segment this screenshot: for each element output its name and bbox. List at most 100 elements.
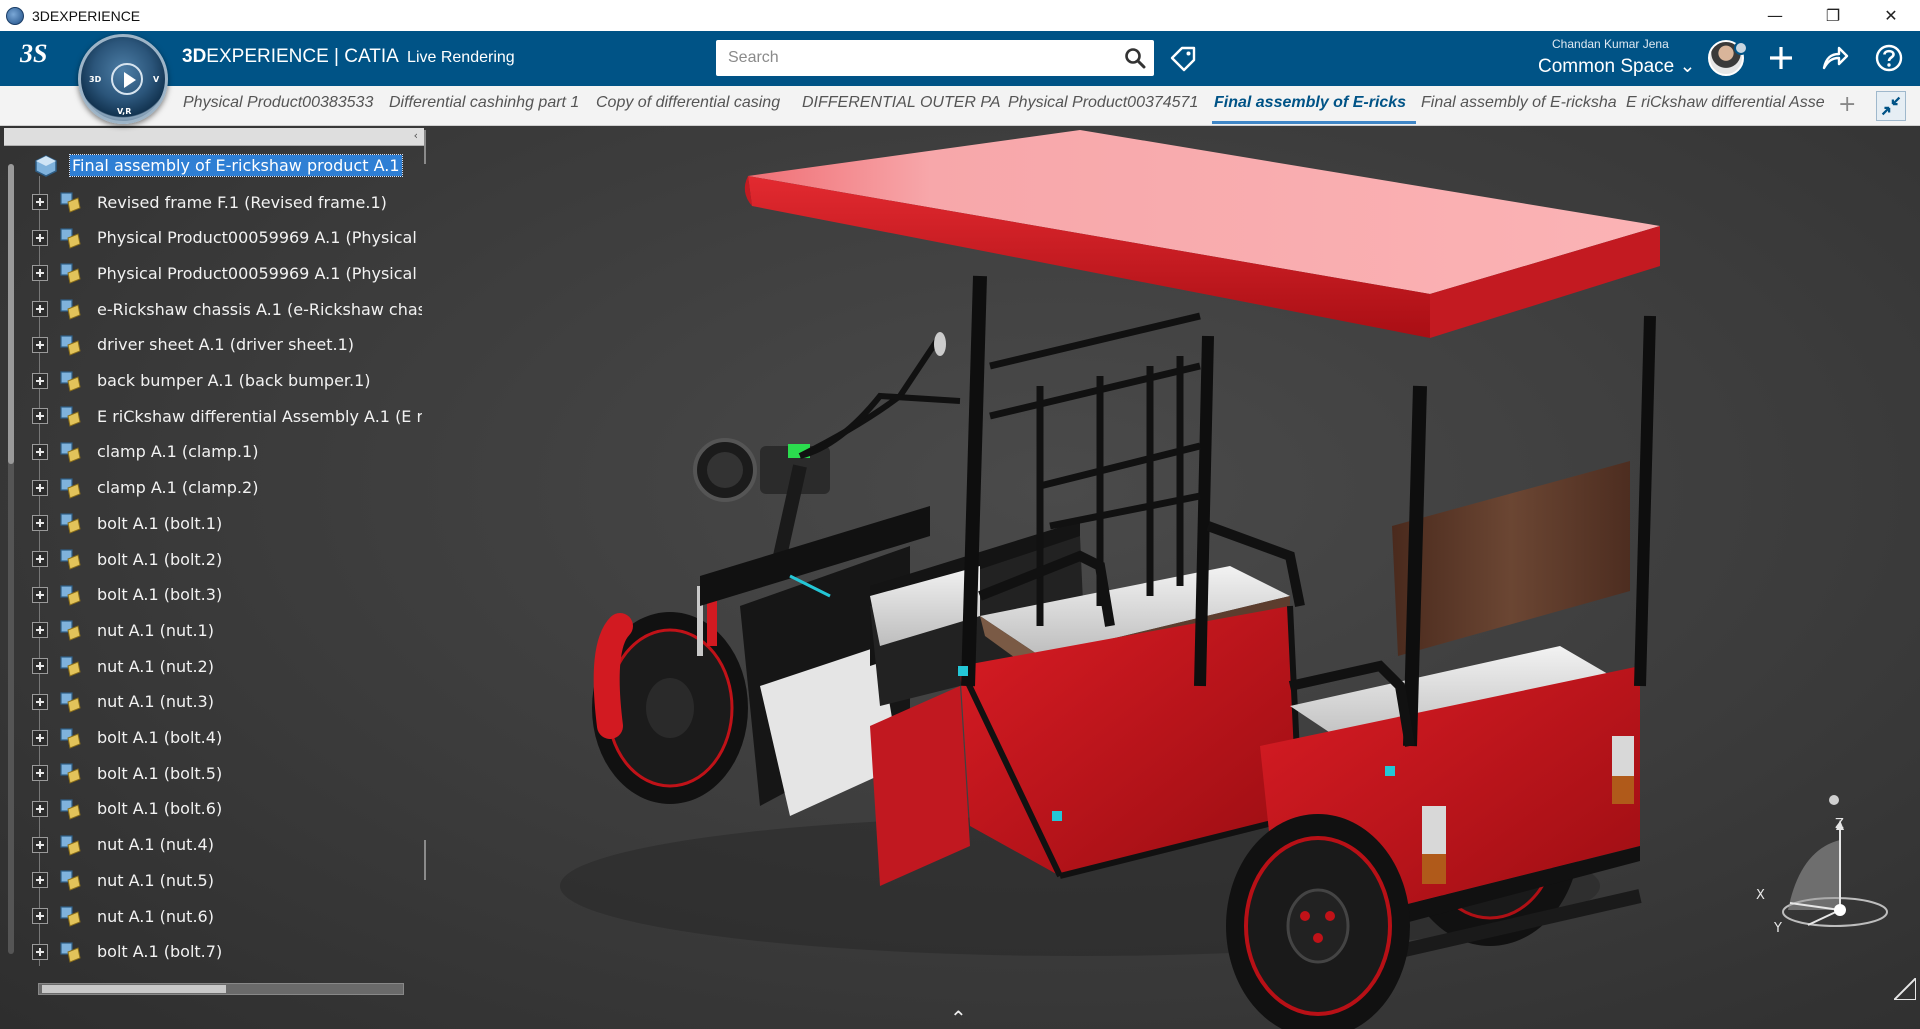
axis-x-label: X — [1756, 888, 1765, 903]
brand-main: EXPERIENCE | CATIA — [206, 46, 398, 67]
search-icon[interactable] — [1124, 47, 1146, 69]
tree-root-label[interactable]: Final assembly of E-rickshaw product A.1 — [69, 154, 403, 177]
expand-icon[interactable] — [32, 836, 48, 853]
tree-resize-handle-bottom[interactable] — [424, 840, 426, 880]
collapse-icon[interactable] — [1876, 91, 1906, 121]
add-tab-button[interactable]: + — [1838, 92, 1856, 117]
expand-icon[interactable] — [32, 372, 48, 389]
add-icon[interactable] — [1766, 43, 1796, 73]
expand-icon[interactable] — [32, 265, 48, 282]
product-icon — [60, 656, 81, 677]
expand-icon[interactable] — [32, 336, 48, 353]
tree-item-label: nut A.1 (nut.2) — [97, 656, 214, 676]
tab-physical-product-00374571[interactable]: Physical Product00374571 — [1008, 94, 1200, 112]
tab-final-assembly-active[interactable]: Final assembly of E-ricks — [1214, 94, 1410, 112]
tree-item-label: bolt A.1 (bolt.1) — [97, 513, 223, 533]
help-icon[interactable] — [1874, 43, 1904, 73]
tab-differential-casing-part[interactable]: Differential cashinhg part 1 — [389, 94, 585, 112]
product-icon — [60, 549, 81, 570]
product-icon — [60, 335, 81, 356]
window-title: 3DEXPERIENCE — [32, 7, 141, 24]
tree-item-label: nut A.1 (nut.6) — [97, 906, 214, 926]
expand-icon[interactable] — [32, 943, 48, 960]
expand-icon[interactable] — [32, 658, 48, 675]
product-icon — [60, 585, 81, 606]
expand-icon[interactable] — [32, 765, 48, 782]
chevron-left-icon[interactable]: ‹ — [414, 129, 418, 142]
expand-icon[interactable] — [32, 515, 48, 532]
window-controls: — ❐ ✕ — [1746, 0, 1920, 31]
tree-item-label: Physical Product00059969 A.1 (Physical P… — [97, 228, 422, 248]
share-icon[interactable] — [1820, 43, 1850, 73]
compass-widget[interactable]: 3D V V,R — [78, 34, 168, 124]
expand-icon[interactable] — [32, 908, 48, 924]
product-icon — [60, 406, 81, 427]
resize-corner-icon[interactable] — [1894, 978, 1916, 1000]
expand-icon[interactable] — [32, 729, 48, 746]
tree-item-label: nut A.1 (nut.4) — [97, 835, 214, 855]
tree-horizontal-scrollbar-thumb[interactable] — [42, 985, 226, 993]
space-selector[interactable]: Common Space ⌄ — [1538, 55, 1695, 78]
tab-bar: Physical Product00383533 Differential ca… — [0, 86, 1920, 126]
expand-icon[interactable] — [32, 229, 48, 246]
restore-button[interactable]: ❐ — [1804, 0, 1862, 31]
expand-icon[interactable] — [32, 408, 48, 425]
tree-item-label: driver sheet A.1 (driver sheet.1) — [97, 335, 355, 355]
expand-icon[interactable] — [32, 872, 48, 889]
tab-copy-of-differential-casing[interactable]: Copy of differential casing — [596, 94, 786, 112]
tab-differential-outer-part[interactable]: DIFFERENTIAL OUTER PAR — [802, 94, 1000, 112]
status-badge — [1734, 41, 1748, 55]
play-icon[interactable] — [111, 63, 143, 95]
tree-item-label: clamp A.1 (clamp.2) — [97, 478, 259, 498]
product-icon — [35, 155, 57, 177]
close-button[interactable]: ✕ — [1862, 0, 1920, 31]
product-icon — [60, 192, 81, 213]
search-box — [716, 40, 1154, 76]
expand-icon[interactable] — [32, 551, 48, 567]
tree-item-label: Physical Product00059969 A.1 (Physical P… — [97, 263, 422, 283]
compass-label-3d: 3D — [89, 75, 102, 84]
product-icon — [60, 442, 81, 463]
expand-icon[interactable] — [32, 479, 48, 496]
product-icon — [60, 834, 81, 856]
axis-triad-icon[interactable] — [1750, 790, 1890, 940]
tag-icon[interactable] — [1168, 44, 1198, 74]
expand-icon[interactable] — [32, 800, 48, 817]
tree-item-label: clamp A.1 (clamp.1) — [97, 442, 259, 462]
search-input[interactable] — [716, 40, 1106, 76]
product-icon — [60, 763, 81, 784]
tree-resize-handle[interactable] — [424, 130, 426, 164]
expand-icon[interactable] — [32, 693, 48, 710]
brand-app: Live Rendering — [407, 49, 515, 66]
tree-item-label: back bumper A.1 (back bumper.1) — [97, 371, 371, 390]
chevron-up-icon[interactable]: ⌃ — [950, 1006, 967, 1029]
tree-item-label: bolt A.1 (bolt.5) — [97, 763, 223, 783]
product-icon — [60, 228, 81, 249]
minimize-button[interactable]: — — [1746, 0, 1804, 31]
ds-logo[interactable]: 3S — [20, 39, 47, 69]
brand-prefix: 3D — [182, 46, 207, 67]
tree-item-label: e-Rickshaw chassis A.1 (e-Rickshaw chass… — [97, 299, 422, 319]
active-tab-indicator — [1212, 121, 1416, 124]
product-icon — [60, 477, 81, 499]
rickshaw-roof — [744, 130, 1660, 338]
product-icon — [60, 799, 81, 820]
app-icon — [6, 6, 24, 25]
product-icon — [60, 942, 81, 963]
rear-right-wheel — [1226, 814, 1410, 1029]
tree-item-label: bolt A.1 (bolt.4) — [97, 728, 223, 747]
tab-differential-assembly[interactable]: E riCkshaw differential Asse — [1626, 94, 1826, 112]
front-wheel — [592, 612, 748, 804]
expand-icon[interactable] — [32, 622, 48, 639]
tree-item-label: nut A.1 (nut.3) — [97, 692, 214, 712]
expand-icon[interactable] — [32, 301, 48, 318]
expand-icon[interactable] — [32, 586, 48, 603]
tab-physical-product-00383533[interactable]: Physical Product00383533 — [183, 94, 375, 112]
tree-item-label: bolt A.1 (bolt.2) — [97, 549, 223, 569]
tree-item-label: nut A.1 (nut.1) — [97, 620, 214, 640]
expand-icon[interactable] — [32, 194, 48, 210]
axis-y-label: Y — [1774, 921, 1782, 936]
tab-final-assembly-2[interactable]: Final assembly of E-ricksha — [1421, 94, 1617, 112]
expand-icon[interactable] — [32, 443, 48, 460]
tree-scrollbar-thumb[interactable] — [8, 164, 14, 464]
